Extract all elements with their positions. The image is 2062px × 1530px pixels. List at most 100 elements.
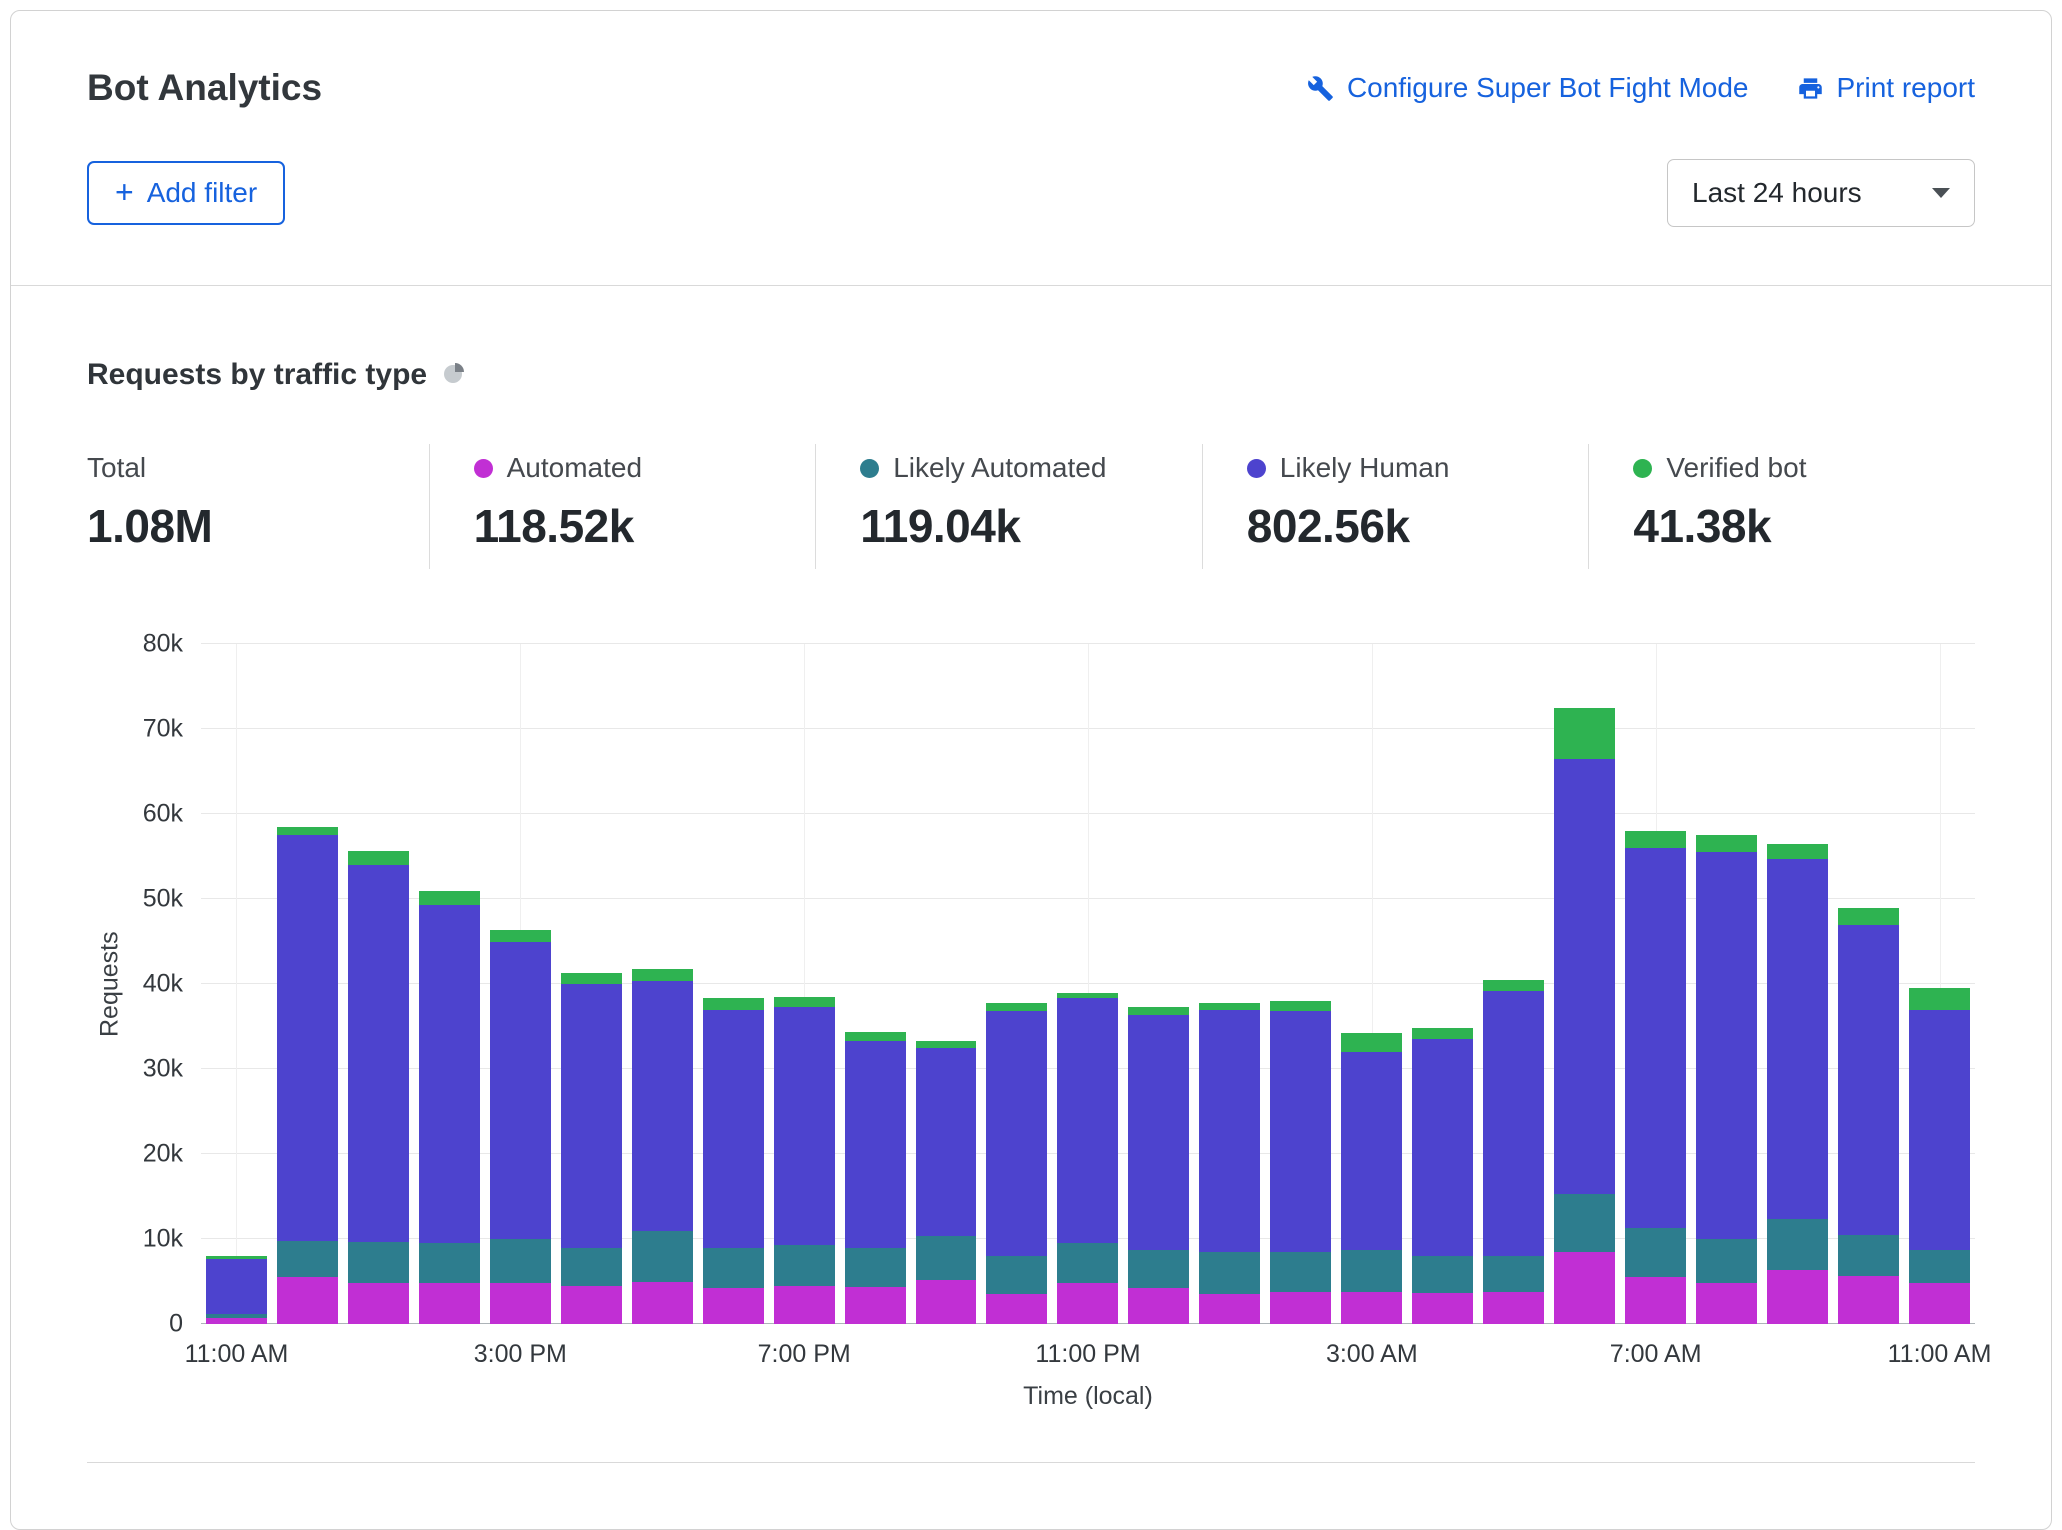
add-filter-button[interactable]: + Add filter (87, 161, 285, 225)
x-tick: 7:00 PM (758, 1340, 851, 1369)
page-title: Bot Analytics (87, 67, 322, 109)
stacked-bar-1[interactable] (277, 644, 338, 1324)
segment-likely-automated (1412, 1256, 1473, 1293)
bar-slot (1265, 644, 1336, 1324)
stacked-bar-18[interactable] (1483, 644, 1544, 1324)
bar-slot (1691, 644, 1762, 1324)
segment-verified-bot (1767, 844, 1828, 859)
stacked-bar-24[interactable] (1909, 644, 1970, 1324)
stacked-bar-15[interactable] (1270, 644, 1331, 1324)
bar-slot (272, 644, 343, 1324)
segment-verified-bot (986, 1003, 1047, 1012)
segment-automated (561, 1286, 622, 1324)
y-tick: 30k (143, 1055, 183, 1084)
time-range-select[interactable]: Last 24 hours (1667, 159, 1975, 227)
bar-slot (911, 644, 982, 1324)
segment-automated (1909, 1283, 1970, 1324)
segment-verified-bot (1909, 988, 1970, 1009)
segment-verified-bot (916, 1041, 977, 1048)
wrench-icon (1307, 75, 1334, 102)
plot-area (201, 644, 1975, 1324)
segment-likely-human (1554, 759, 1615, 1194)
stacked-bar-21[interactable] (1696, 644, 1757, 1324)
stacked-bar-3[interactable] (419, 644, 480, 1324)
segment-likely-automated (1199, 1252, 1260, 1295)
stacked-bar-8[interactable] (774, 644, 835, 1324)
stacked-bar-0[interactable] (206, 644, 267, 1324)
segment-automated (1838, 1276, 1899, 1324)
segment-likely-automated (1483, 1256, 1544, 1292)
stacked-bar-23[interactable] (1838, 644, 1899, 1324)
bar-slot (1620, 644, 1691, 1324)
segment-automated (277, 1277, 338, 1324)
segment-likely-human (419, 905, 480, 1243)
add-filter-label: Add filter (147, 177, 258, 209)
segment-verified-bot (774, 997, 835, 1007)
stacked-bar-20[interactable] (1625, 644, 1686, 1324)
stacked-bar-4[interactable] (490, 644, 551, 1324)
stacked-bar-22[interactable] (1767, 644, 1828, 1324)
bar-slot (627, 644, 698, 1324)
segment-likely-automated (1128, 1250, 1189, 1288)
bar-slot (556, 644, 627, 1324)
stat-total: Total1.08M (87, 444, 429, 569)
segment-automated (1412, 1293, 1473, 1324)
section-title: Requests by traffic type (87, 358, 427, 392)
stacked-bar-11[interactable] (986, 644, 1047, 1324)
y-tick: 60k (143, 800, 183, 829)
bar-slot (1833, 644, 1904, 1324)
y-tick: 10k (143, 1225, 183, 1254)
bar-slot (840, 644, 911, 1324)
segment-likely-human (1270, 1011, 1331, 1252)
segment-likely-automated (490, 1239, 551, 1283)
segment-likely-automated (1554, 1194, 1615, 1252)
segment-likely-automated (348, 1242, 409, 1284)
stacked-bar-5[interactable] (561, 644, 622, 1324)
segment-likely-human (916, 1048, 977, 1237)
segment-automated (986, 1294, 1047, 1324)
stat-likely-automated: Likely Automated119.04k (815, 444, 1202, 569)
segment-likely-human (490, 942, 551, 1240)
print-report-link[interactable]: Print report (1797, 72, 1976, 104)
configure-super-bot-fight-mode-link[interactable]: Configure Super Bot Fight Mode (1307, 72, 1749, 104)
bot-analytics-card: Bot Analytics Configure Super Bot Fight … (10, 10, 2052, 1530)
legend-dot-likely-human (1247, 459, 1266, 478)
stacked-bar-10[interactable] (916, 644, 977, 1324)
header-divider (11, 285, 2051, 286)
stacked-bar-6[interactable] (632, 644, 693, 1324)
segment-verified-bot (348, 851, 409, 865)
x-tick: 3:00 PM (474, 1340, 567, 1369)
legend-dot-verified-bot (1633, 459, 1652, 478)
segment-automated (1483, 1292, 1544, 1324)
segment-verified-bot (1270, 1001, 1331, 1011)
segment-verified-bot (419, 891, 480, 905)
legend-dot-automated (474, 459, 493, 478)
stacked-bar-9[interactable] (845, 644, 906, 1324)
y-tick: 40k (143, 970, 183, 999)
stacked-bar-16[interactable] (1341, 644, 1402, 1324)
stacked-bar-7[interactable] (703, 644, 764, 1324)
stacked-bar-12[interactable] (1057, 644, 1118, 1324)
stat-value: 1.08M (87, 499, 429, 553)
segment-verified-bot (1412, 1028, 1473, 1039)
segment-likely-human (561, 984, 622, 1248)
segment-likely-human (703, 1010, 764, 1248)
legend-dot-likely-automated (860, 459, 879, 478)
segment-verified-bot (1128, 1007, 1189, 1016)
segment-automated (1057, 1283, 1118, 1324)
requests-chart: Requests 010k20k30k40k50k60k70k80k 11:00… (87, 644, 1975, 1420)
segment-verified-bot (561, 973, 622, 984)
stacked-bar-2[interactable] (348, 644, 409, 1324)
chevron-down-icon (1932, 188, 1950, 198)
segment-likely-human (206, 1259, 267, 1314)
stacked-bar-19[interactable] (1554, 644, 1615, 1324)
stacked-bar-17[interactable] (1412, 644, 1473, 1324)
requests-by-traffic-type-section: Requests by traffic type Total1.08MAutom… (11, 358, 2051, 1463)
segment-likely-human (277, 835, 338, 1240)
y-tick-labels: 010k20k30k40k50k60k70k80k (133, 644, 201, 1324)
segment-likely-automated (916, 1236, 977, 1279)
x-tick-labels: 11:00 AM3:00 PM7:00 PM11:00 PM3:00 AM7:0… (201, 1324, 1975, 1374)
stacked-bar-13[interactable] (1128, 644, 1189, 1324)
segment-likely-human (348, 865, 409, 1242)
stacked-bar-14[interactable] (1199, 644, 1260, 1324)
